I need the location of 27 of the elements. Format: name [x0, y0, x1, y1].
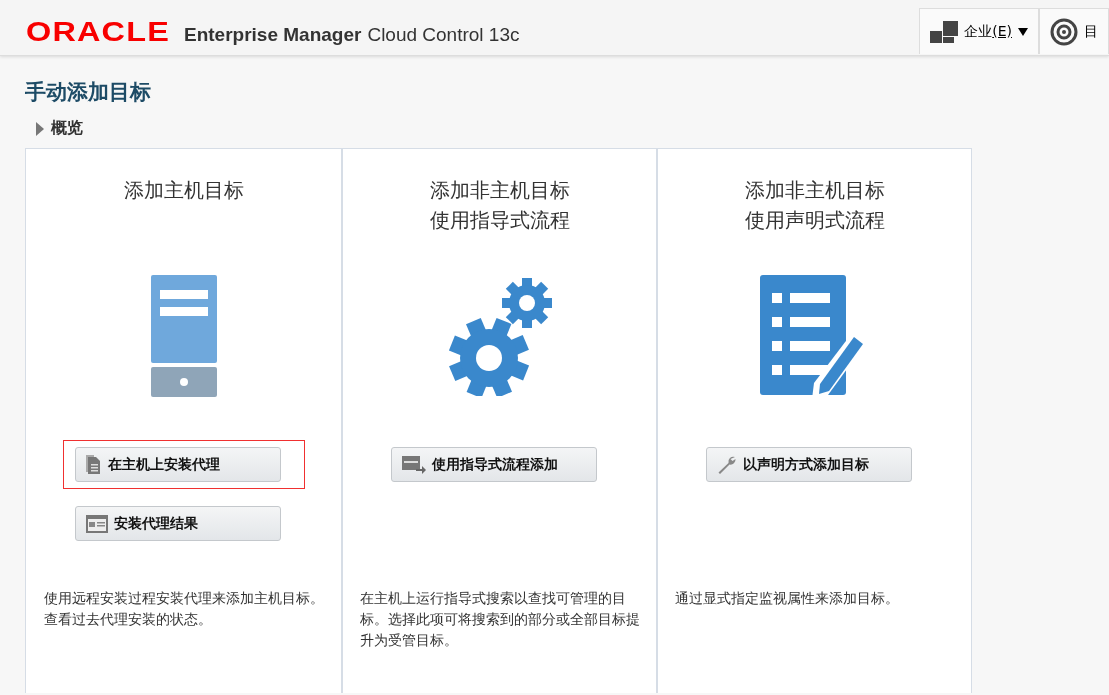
window-arrow-icon: [401, 455, 426, 474]
card-description: 通过显式指定监视属性来添加目标。: [674, 589, 900, 608]
action-button[interactable]: 在主机上安装代理: [74, 447, 281, 482]
card-description: 在主机上运行指导式搜索以查找可管理的目标。选择此项可将搜索到的部分或全部目标提升为受管目标。: [359, 589, 640, 650]
target-icon: [1050, 17, 1078, 46]
section-toggle[interactable]: 概览: [51, 118, 83, 139]
action-button[interactable]: 使用指导式流程添加: [390, 447, 597, 482]
menu-button[interactable]: 目: [1039, 8, 1109, 54]
card-description: 使用远程安装过程安装代理来添加主机目标。查看过去代理安装的状态。: [43, 589, 324, 629]
menu-button[interactable]: 企业(E): [919, 8, 1039, 54]
card-title: 添加主机目标: [123, 177, 244, 204]
action-button[interactable]: 以声明方式添加目标: [705, 447, 912, 482]
product-name: Enterprise Manager: [184, 24, 362, 46]
blocks-icon: [930, 20, 959, 43]
product-subtitle: Cloud Control 13c: [367, 24, 520, 46]
card-title: 添加非主机目标: [429, 177, 570, 204]
page-title: 手动添加目标: [25, 79, 152, 106]
wrench-icon: [716, 454, 737, 475]
window-icon: [85, 514, 108, 533]
card-title: 添加非主机目标: [744, 177, 885, 204]
caret-right-icon[interactable]: [35, 121, 45, 136]
caret-icon: [1018, 27, 1028, 36]
action-button[interactable]: 安装代理结果: [74, 506, 281, 541]
logo: ORACLE: [26, 17, 170, 48]
card-title: 使用指导式流程: [429, 207, 570, 234]
document-icon: [85, 454, 102, 475]
card-title: 使用声明式流程: [744, 207, 885, 234]
